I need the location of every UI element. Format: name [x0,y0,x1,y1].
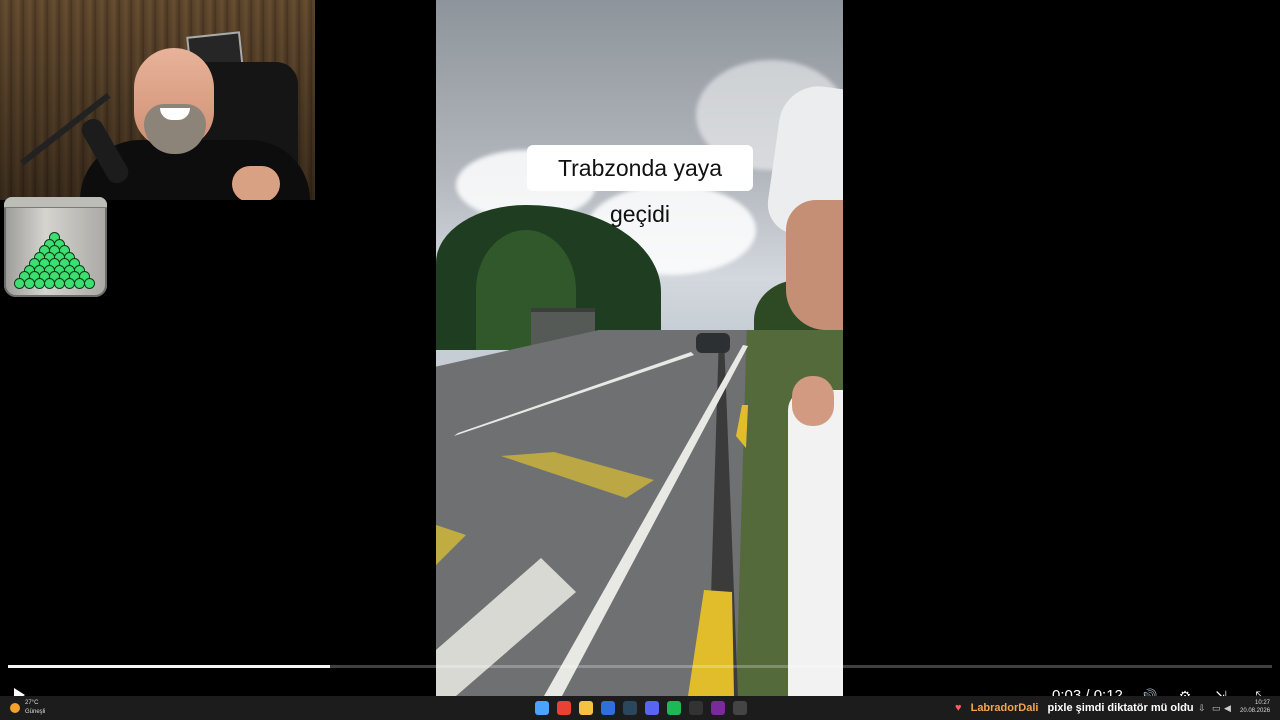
webcam-overlay [0,0,315,200]
man-white-shirt [788,390,843,696]
windows-start-icon[interactable] [535,701,549,715]
clock-time: 10:27 [1254,700,1270,706]
system-clock[interactable]: 10:27 20.08.2026 [1240,699,1270,715]
candy [85,278,94,288]
candy [25,278,34,288]
streamer-hand [232,166,280,200]
jar-rim [4,197,107,208]
lane-markings [436,345,748,696]
man-face [786,200,843,330]
chat-username: LabradorDali [970,702,1039,714]
man-hand [792,376,834,426]
weather-condition: Güneşli [25,709,46,715]
tray-volume-icon[interactable]: ◀ [1224,702,1231,714]
progress-bar[interactable] [8,665,1272,668]
candy [65,278,74,288]
tray-usb-icon[interactable]: ⇩ [1198,702,1206,714]
candy-jar-overlay [4,197,107,297]
steam-icon[interactable] [623,701,637,715]
epic-games-icon[interactable] [689,701,703,715]
taskbar: 27°C Güneşli ♥ LabradorDali pixle şimdi … [0,696,1280,720]
chrome-icon[interactable] [557,701,571,715]
time-display: 0:03 / 0:12 [1052,687,1123,696]
app-icon-blue[interactable] [601,701,615,715]
sun-icon [10,703,20,713]
candy [15,278,24,288]
video-caption: Trabzonda yaya geçidi [527,145,753,227]
tray-display-icon[interactable]: ▭ [1212,702,1221,714]
discord-icon[interactable] [645,701,659,715]
chat-ticker: ♥ LabradorDali pixle şimdi diktatör mü o… [955,699,1194,717]
progress-fill [8,665,331,668]
tray-chevron-icon[interactable]: ⌃ [1183,702,1191,714]
weather-temp: 27°C [25,700,39,706]
chat-message: pixle şimdi diktatör mü oldu [1047,702,1194,714]
candy [35,278,44,288]
file-explorer-icon[interactable] [579,701,593,715]
spotify-icon[interactable] [667,701,681,715]
obs-icon[interactable] [733,701,747,715]
candy [55,278,64,288]
clock-date: 20.08.2026 [1240,708,1271,714]
streaming-app-icon[interactable] [711,701,725,715]
candy [75,278,84,288]
heart-icon: ♥ [955,702,962,714]
candy [45,278,54,288]
car [696,333,730,353]
video-frame[interactable]: Trabzonda yaya geçidi [436,0,843,696]
